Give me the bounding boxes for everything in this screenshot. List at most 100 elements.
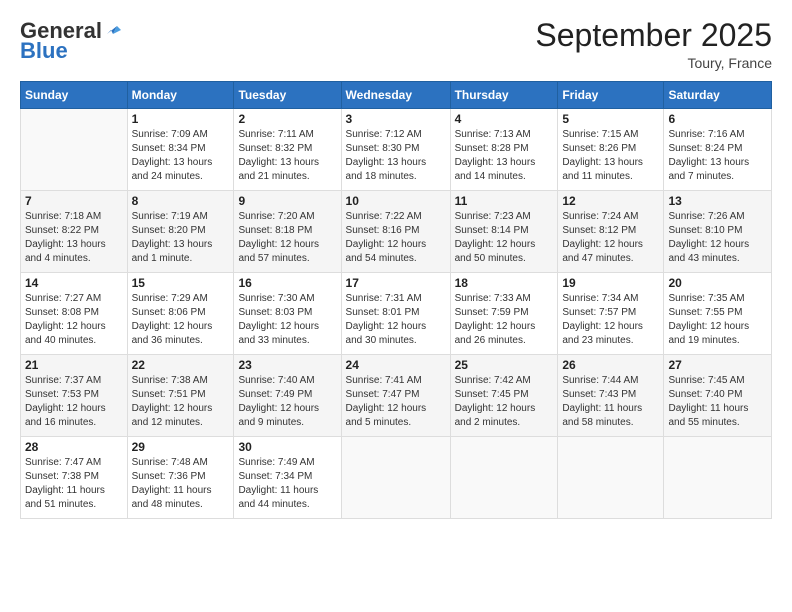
- calendar-day-cell: 27 Sunrise: 7:45 AMSunset: 7:40 PMDayligh…: [664, 355, 772, 437]
- calendar-week-row: 7Sunrise: 7:18 AMSunset: 8:22 PMDaylight…: [21, 191, 772, 273]
- day-number: 11: [455, 194, 554, 208]
- calendar-week-row: 14 Sunrise: 7:27 AMSunset: 8:08 PMDayligh…: [21, 273, 772, 355]
- day-number: 5: [562, 112, 659, 126]
- col-wednesday: Wednesday: [341, 82, 450, 109]
- day-info: Sunrise: 7:27 AMSunset: 8:08 PMDaylight:…: [25, 292, 123, 348]
- day-number: 24: [346, 358, 446, 372]
- calendar-day-cell: 14 Sunrise: 7:27 AMSunset: 8:08 PMDayligh…: [21, 273, 128, 355]
- day-info: Sunrise: 7:26 AMSunset: 8:10 PMDaylight:…: [668, 210, 767, 266]
- calendar-day-cell: 26 Sunrise: 7:44 AMSunset: 7:43 PMDayligh…: [558, 355, 664, 437]
- day-number: 7: [25, 194, 123, 208]
- calendar-day-cell: 30 Sunrise: 7:49 AMSunset: 7:34 PMDayligh…: [234, 437, 341, 519]
- calendar-day-cell: 19Sunrise: 7:34 AMSunset: 7:57 PMDayligh…: [558, 273, 664, 355]
- day-number: 20: [668, 276, 767, 290]
- day-number: 9: [238, 194, 336, 208]
- calendar-day-cell: 23 Sunrise: 7:40 AMSunset: 7:49 PMDayligh…: [234, 355, 341, 437]
- calendar-day-cell: 3 Sunrise: 7:12 AMSunset: 8:30 PMDaylight…: [341, 109, 450, 191]
- calendar-day-cell: 2Sunrise: 7:11 AMSunset: 8:32 PMDaylight…: [234, 109, 341, 191]
- day-number: 21: [25, 358, 123, 372]
- calendar-day-cell: 12Sunrise: 7:24 AMSunset: 8:12 PMDayligh…: [558, 191, 664, 273]
- col-saturday: Saturday: [664, 82, 772, 109]
- calendar-day-cell: 8 Sunrise: 7:19 AMSunset: 8:20 PMDaylight…: [127, 191, 234, 273]
- day-number: 8: [132, 194, 230, 208]
- day-info: Sunrise: 7:35 AMSunset: 7:55 PMDaylight:…: [668, 292, 767, 348]
- calendar-day-cell: 29Sunrise: 7:48 AMSunset: 7:36 PMDayligh…: [127, 437, 234, 519]
- day-info: Sunrise: 7:29 AMSunset: 8:06 PMDaylight:…: [132, 292, 230, 348]
- col-tuesday: Tuesday: [234, 82, 341, 109]
- day-info: Sunrise: 7:12 AMSunset: 8:30 PMDaylight:…: [346, 128, 446, 184]
- day-info: Sunrise: 7:31 AMSunset: 8:01 PMDaylight:…: [346, 292, 446, 348]
- calendar-day-cell: 10Sunrise: 7:22 AMSunset: 8:16 PMDayligh…: [341, 191, 450, 273]
- calendar-day-cell: 13 Sunrise: 7:26 AMSunset: 8:10 PMDayligh…: [664, 191, 772, 273]
- day-number: 18: [455, 276, 554, 290]
- calendar-day-cell: 15 Sunrise: 7:29 AMSunset: 8:06 PMDayligh…: [127, 273, 234, 355]
- day-number: 14: [25, 276, 123, 290]
- day-number: 19: [562, 276, 659, 290]
- day-number: 3: [346, 112, 446, 126]
- calendar-day-cell: 7Sunrise: 7:18 AMSunset: 8:22 PMDaylight…: [21, 191, 128, 273]
- calendar-day-cell: 28 Sunrise: 7:47 AMSunset: 7:38 PMDayligh…: [21, 437, 128, 519]
- calendar-day-cell: 5 Sunrise: 7:15 AMSunset: 8:26 PMDaylight…: [558, 109, 664, 191]
- day-info: Sunrise: 7:45 AMSunset: 7:40 PMDaylight:…: [668, 374, 767, 430]
- calendar-week-row: 28 Sunrise: 7:47 AMSunset: 7:38 PMDayligh…: [21, 437, 772, 519]
- calendar-day-cell: 18Sunrise: 7:33 AMSunset: 7:59 PMDayligh…: [450, 273, 558, 355]
- day-info: Sunrise: 7:09 AMSunset: 8:34 PMDaylight:…: [132, 128, 230, 184]
- calendar-day-cell: [341, 437, 450, 519]
- day-info: Sunrise: 7:24 AMSunset: 8:12 PMDaylight:…: [562, 210, 659, 266]
- day-info: Sunrise: 7:23 AMSunset: 8:14 PMDaylight:…: [455, 210, 554, 266]
- calendar-day-cell: 4 Sunrise: 7:13 AMSunset: 8:28 PMDaylight…: [450, 109, 558, 191]
- day-info: Sunrise: 7:11 AMSunset: 8:32 PMDaylight:…: [238, 128, 336, 184]
- header: General Blue September 2025 Toury, Franc…: [20, 18, 772, 71]
- day-number: 13: [668, 194, 767, 208]
- calendar-day-cell: 22Sunrise: 7:38 AMSunset: 7:51 PMDayligh…: [127, 355, 234, 437]
- day-info: Sunrise: 7:15 AMSunset: 8:26 PMDaylight:…: [562, 128, 659, 184]
- day-number: 26: [562, 358, 659, 372]
- day-info: Sunrise: 7:42 AMSunset: 7:45 PMDaylight:…: [455, 374, 554, 430]
- main-title: September 2025: [535, 18, 772, 53]
- calendar-day-cell: 20 Sunrise: 7:35 AMSunset: 7:55 PMDayligh…: [664, 273, 772, 355]
- day-info: Sunrise: 7:41 AMSunset: 7:47 PMDaylight:…: [346, 374, 446, 430]
- day-info: Sunrise: 7:40 AMSunset: 7:49 PMDaylight:…: [238, 374, 336, 430]
- day-number: 15: [132, 276, 230, 290]
- day-number: 16: [238, 276, 336, 290]
- page: General Blue September 2025 Toury, Franc…: [0, 0, 792, 612]
- title-block: September 2025 Toury, France: [535, 18, 772, 71]
- logo-blue-text: Blue: [20, 38, 68, 64]
- day-number: 25: [455, 358, 554, 372]
- day-number: 23: [238, 358, 336, 372]
- calendar-day-cell: 1 Sunrise: 7:09 AMSunset: 8:34 PMDaylight…: [127, 109, 234, 191]
- logo: General Blue: [20, 18, 121, 64]
- day-info: Sunrise: 7:19 AMSunset: 8:20 PMDaylight:…: [132, 210, 230, 266]
- day-number: 1: [132, 112, 230, 126]
- day-info: Sunrise: 7:37 AMSunset: 7:53 PMDaylight:…: [25, 374, 123, 430]
- day-info: Sunrise: 7:49 AMSunset: 7:34 PMDaylight:…: [238, 456, 336, 512]
- day-number: 30: [238, 440, 336, 454]
- calendar-header-row: Sunday Monday Tuesday Wednesday Thursday…: [21, 82, 772, 109]
- day-info: Sunrise: 7:30 AMSunset: 8:03 PMDaylight:…: [238, 292, 336, 348]
- day-number: 4: [455, 112, 554, 126]
- calendar-day-cell: 24 Sunrise: 7:41 AMSunset: 7:47 PMDayligh…: [341, 355, 450, 437]
- day-number: 29: [132, 440, 230, 454]
- col-friday: Friday: [558, 82, 664, 109]
- logo-bird-icon: [103, 20, 121, 38]
- calendar-day-cell: 17 Sunrise: 7:31 AMSunset: 8:01 PMDayligh…: [341, 273, 450, 355]
- calendar-day-cell: 25 Sunrise: 7:42 AMSunset: 7:45 PMDayligh…: [450, 355, 558, 437]
- day-number: 6: [668, 112, 767, 126]
- day-number: 28: [25, 440, 123, 454]
- day-info: Sunrise: 7:13 AMSunset: 8:28 PMDaylight:…: [455, 128, 554, 184]
- day-info: Sunrise: 7:22 AMSunset: 8:16 PMDaylight:…: [346, 210, 446, 266]
- subtitle: Toury, France: [535, 55, 772, 71]
- day-info: Sunrise: 7:16 AMSunset: 8:24 PMDaylight:…: [668, 128, 767, 184]
- calendar-day-cell: 21 Sunrise: 7:37 AMSunset: 7:53 PMDayligh…: [21, 355, 128, 437]
- calendar-table: Sunday Monday Tuesday Wednesday Thursday…: [20, 81, 772, 519]
- calendar-day-cell: 11 Sunrise: 7:23 AMSunset: 8:14 PMDayligh…: [450, 191, 558, 273]
- col-monday: Monday: [127, 82, 234, 109]
- day-info: Sunrise: 7:38 AMSunset: 7:51 PMDaylight:…: [132, 374, 230, 430]
- day-info: Sunrise: 7:47 AMSunset: 7:38 PMDaylight:…: [25, 456, 123, 512]
- day-number: 17: [346, 276, 446, 290]
- day-info: Sunrise: 7:44 AMSunset: 7:43 PMDaylight:…: [562, 374, 659, 430]
- calendar-day-cell: 9Sunrise: 7:20 AMSunset: 8:18 PMDaylight…: [234, 191, 341, 273]
- col-sunday: Sunday: [21, 82, 128, 109]
- calendar-day-cell: [664, 437, 772, 519]
- day-number: 27: [668, 358, 767, 372]
